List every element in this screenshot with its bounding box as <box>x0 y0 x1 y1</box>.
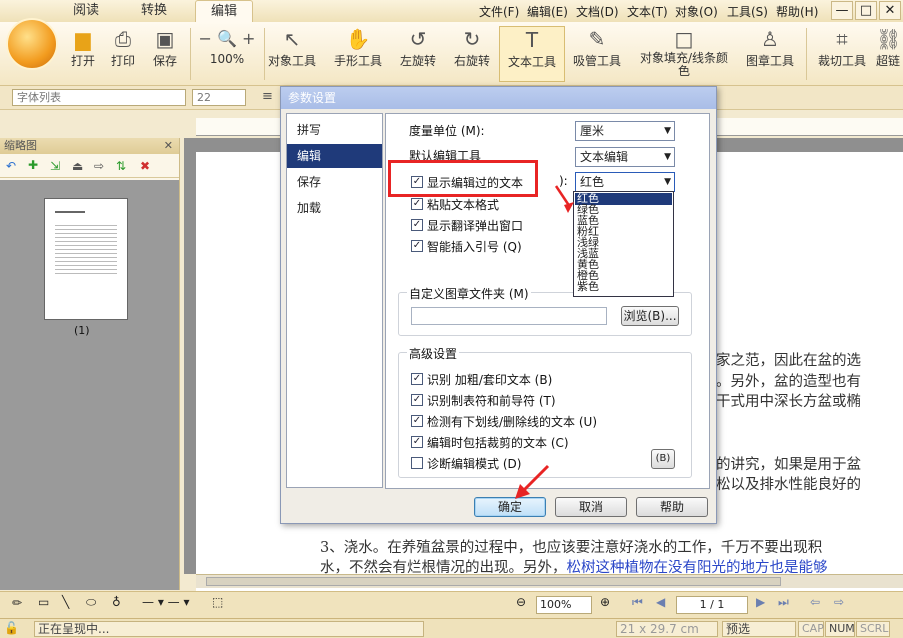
annotation-arrowhead <box>564 202 574 213</box>
annotation-arrows <box>515 185 574 499</box>
annotation-arrow-ok <box>520 464 550 494</box>
